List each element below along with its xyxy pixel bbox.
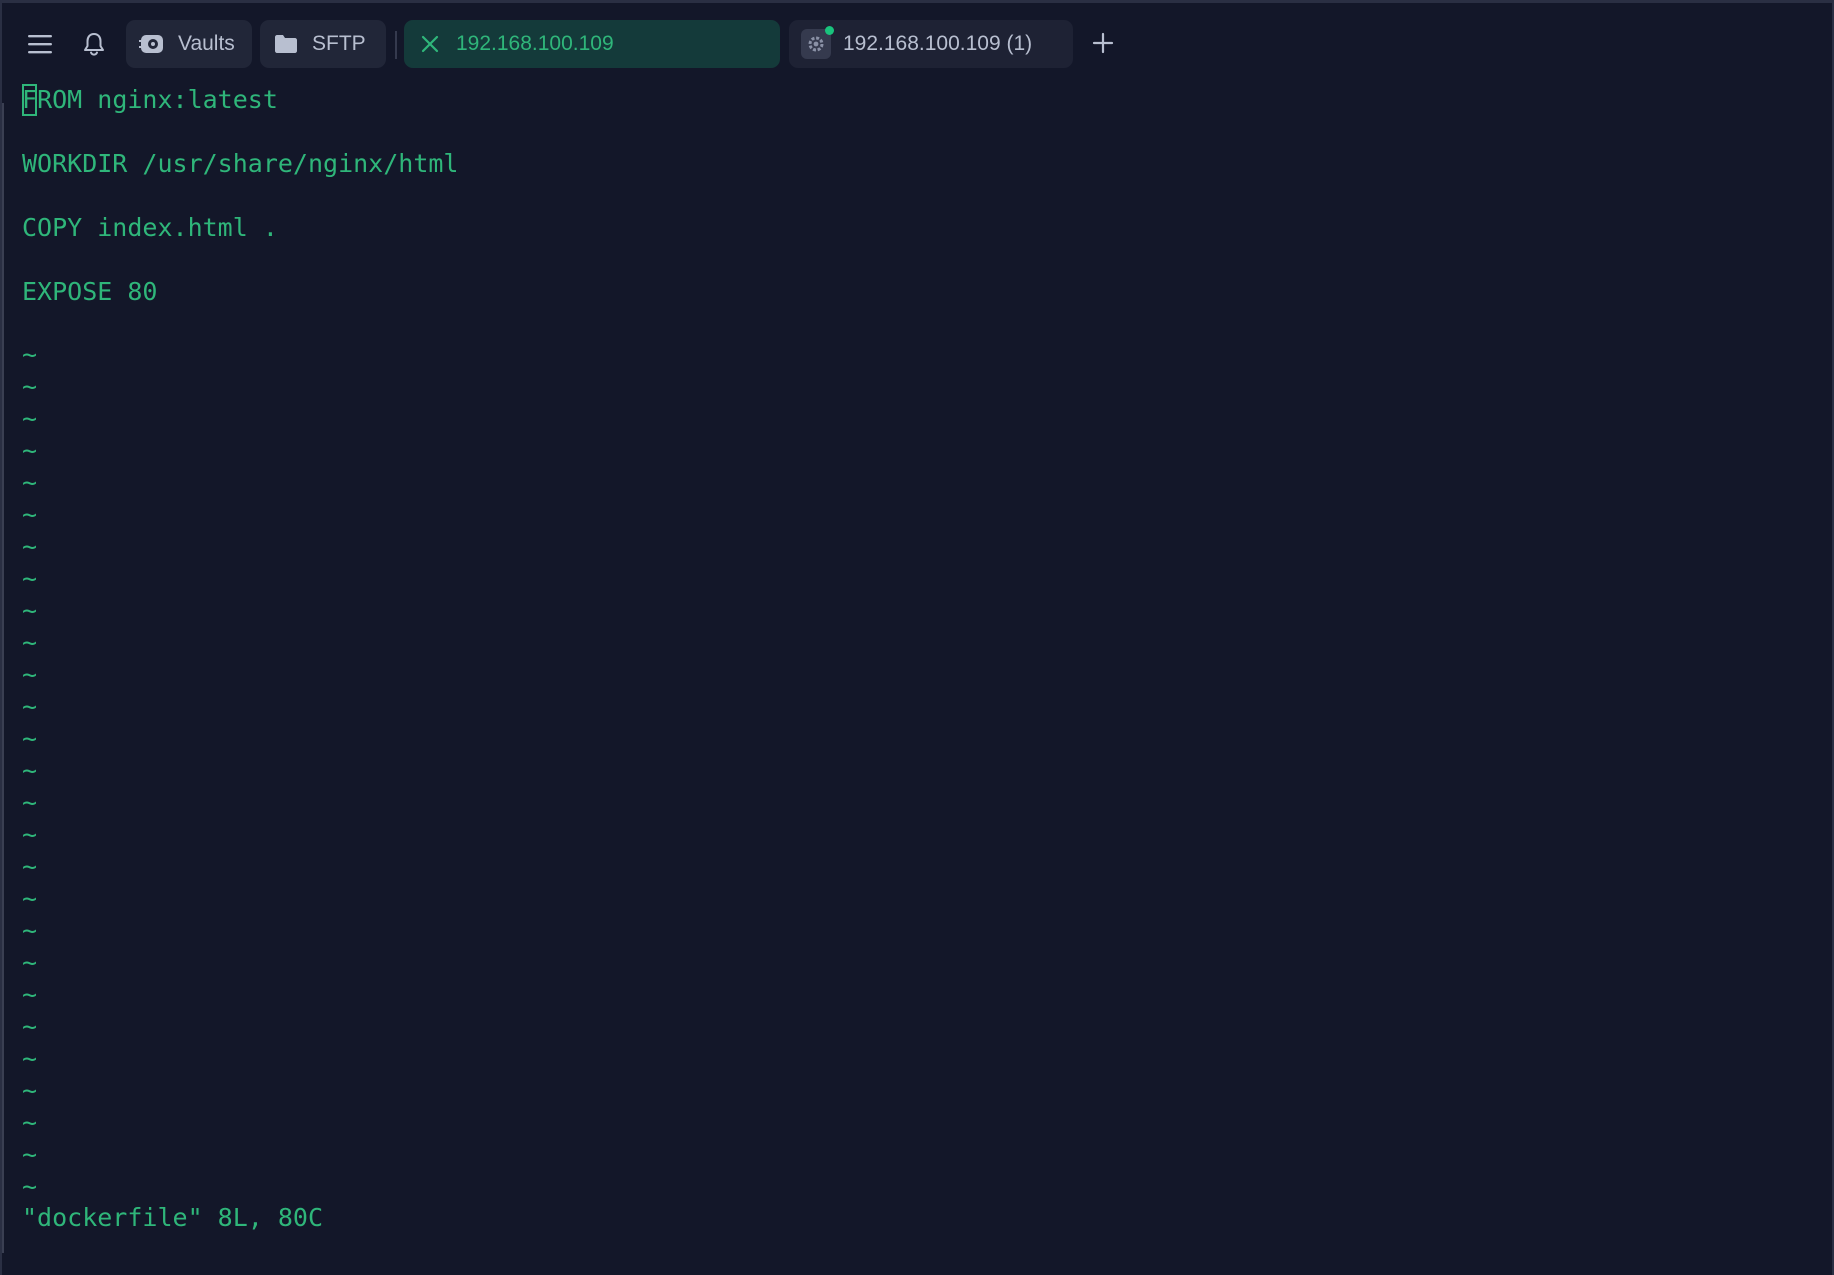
tab-label: SFTP [312, 32, 366, 55]
vim-status-line: "dockerfile" 8L, 80C [22, 1203, 324, 1232]
terminal-window: Vaults SFTP 192.168.100.109 192.168.100.… [0, 0, 1834, 1275]
tilde-empty-line: ~ [22, 980, 38, 1009]
tilde-empty-line: ~ [22, 1044, 38, 1073]
tilde-empty-line: ~ [22, 756, 38, 785]
tilde-empty-line: ~ [22, 1140, 38, 1169]
close-icon[interactable] [416, 30, 444, 58]
window-edge [2, 103, 4, 1253]
line-text: ROM nginx:latest [37, 85, 278, 114]
tilde-empty-line: ~ [22, 724, 38, 753]
tilde-empty-line: ~ [22, 404, 38, 433]
tilde-empty-line: ~ [22, 596, 38, 625]
tilde-empty-line: ~ [22, 1012, 38, 1041]
tab-host-active[interactable]: 192.168.100.109 [404, 20, 780, 68]
tilde-empty-line: ~ [22, 564, 38, 593]
status-dot [825, 26, 834, 35]
tilde-empty-line: ~ [22, 1076, 38, 1105]
tab-label: 192.168.100.109 (1) [843, 32, 1033, 55]
hamburger-menu-icon[interactable] [20, 21, 60, 67]
tilde-empty-line: ~ [22, 1108, 38, 1137]
tilde-empty-line: ~ [22, 372, 38, 401]
terminal-line: WORKDIR /usr/share/nginx/html [22, 149, 459, 178]
tilde-empty-line: ~ [22, 1172, 38, 1201]
add-tab-button[interactable] [1083, 23, 1123, 67]
tab-label: Vaults [178, 32, 235, 55]
terminal-line: FROM nginx:latest [22, 84, 278, 116]
plus-icon [1092, 32, 1114, 58]
vault-icon [138, 30, 166, 58]
tilde-empty-line: ~ [22, 468, 38, 497]
folder-icon [272, 30, 300, 58]
tab-vaults[interactable]: Vaults [126, 20, 252, 68]
gear-icon [801, 26, 834, 59]
tilde-empty-line: ~ [22, 436, 38, 465]
tilde-empty-line: ~ [22, 820, 38, 849]
tab-host-inactive[interactable]: 192.168.100.109 (1) [789, 20, 1073, 68]
tilde-empty-line: ~ [22, 660, 38, 689]
tilde-empty-line: ~ [22, 340, 38, 369]
tilde-empty-line: ~ [22, 628, 38, 657]
tilde-empty-line: ~ [22, 916, 38, 945]
tab-divider [395, 31, 397, 59]
terminal-line: COPY index.html . [22, 213, 278, 242]
tilde-empty-line: ~ [22, 500, 38, 529]
bell-icon[interactable] [74, 21, 114, 67]
tab-label: 192.168.100.109 [456, 32, 614, 55]
tilde-empty-line: ~ [22, 788, 38, 817]
tilde-empty-line: ~ [22, 692, 38, 721]
tilde-empty-line: ~ [22, 532, 38, 561]
tilde-empty-line: ~ [22, 884, 38, 913]
text-cursor: F [22, 84, 38, 116]
terminal-line: EXPOSE 80 [22, 277, 158, 306]
tab-sftp[interactable]: SFTP [260, 20, 386, 68]
top-bar: Vaults SFTP 192.168.100.109 192.168.100.… [2, 3, 1832, 81]
tilde-empty-line: ~ [22, 852, 38, 881]
tilde-empty-line: ~ [22, 948, 38, 977]
